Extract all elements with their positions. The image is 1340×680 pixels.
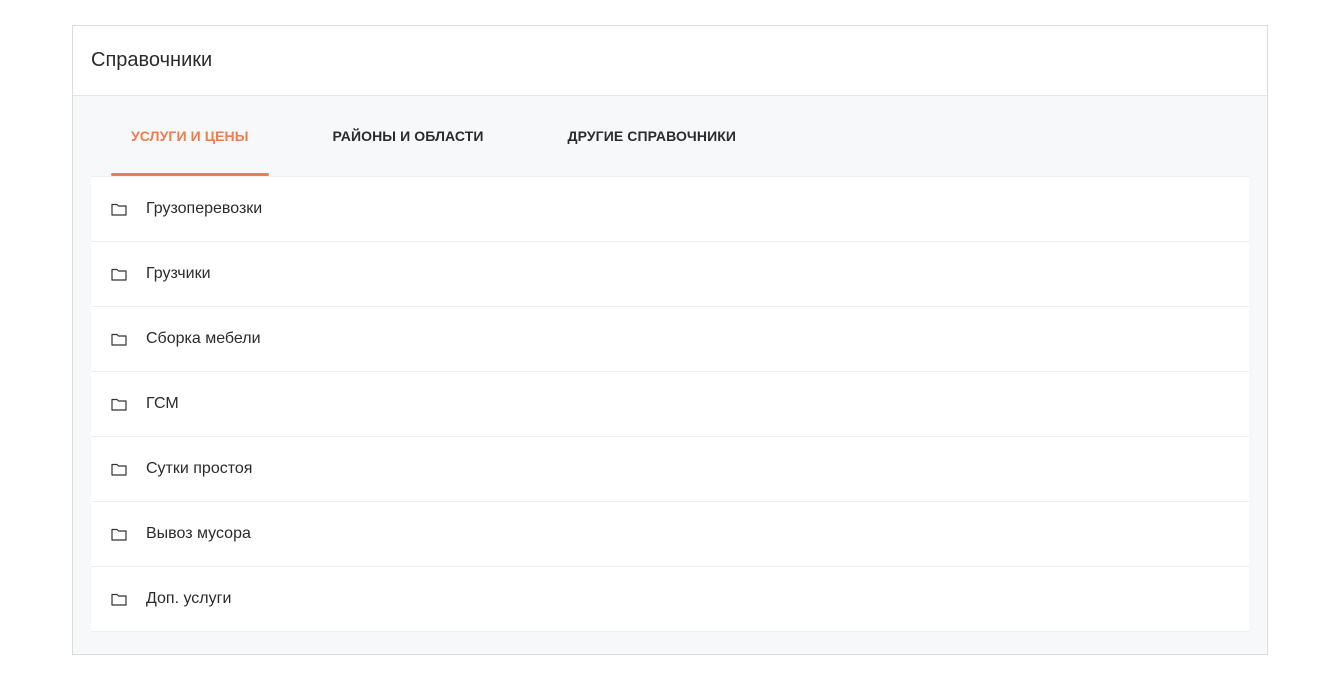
folder-icon	[111, 267, 127, 281]
list-item[interactable]: Вывоз мусора	[91, 502, 1249, 567]
page-title: Справочники	[91, 49, 213, 71]
folder-icon	[111, 592, 127, 606]
list-item[interactable]: Грузоперевозки	[91, 177, 1249, 242]
list-item-label: Вывоз мусора	[146, 525, 251, 542]
card-body: Услуги и цены Районы и области Другие сп…	[73, 96, 1267, 632]
tab-other-directories[interactable]: Другие справочники	[548, 96, 757, 176]
list-item[interactable]: Сборка мебели	[91, 307, 1249, 372]
list-item[interactable]: ГСМ	[91, 372, 1249, 437]
list-item-label: Грузчики	[146, 265, 211, 282]
list-item-label: ГСМ	[146, 395, 179, 412]
tab-services-prices[interactable]: Услуги и цены	[111, 96, 269, 176]
folder-icon	[111, 332, 127, 346]
folder-icon	[111, 202, 127, 216]
list-item-label: Сутки простоя	[146, 460, 253, 477]
folder-icon	[111, 462, 127, 476]
card-header: Справочники	[73, 26, 1267, 96]
list-item[interactable]: Грузчики	[91, 242, 1249, 307]
folder-icon	[111, 397, 127, 411]
list-item-label: Грузоперевозки	[146, 200, 263, 217]
list-item[interactable]: Сутки простоя	[91, 437, 1249, 502]
directories-card: Справочники Услуги и цены Районы и облас…	[72, 25, 1268, 655]
list-item[interactable]: Доп. услуги	[91, 567, 1249, 632]
list-item-label: Доп. услуги	[146, 590, 232, 607]
folder-icon	[111, 527, 127, 541]
tab-districts-regions[interactable]: Районы и области	[313, 96, 504, 176]
tab-bar: Услуги и цены Районы и области Другие сп…	[91, 96, 1249, 176]
list-item-label: Сборка мебели	[146, 330, 261, 347]
directory-list: Грузоперевозки Грузчики Сборка мебели ГС…	[91, 176, 1249, 632]
